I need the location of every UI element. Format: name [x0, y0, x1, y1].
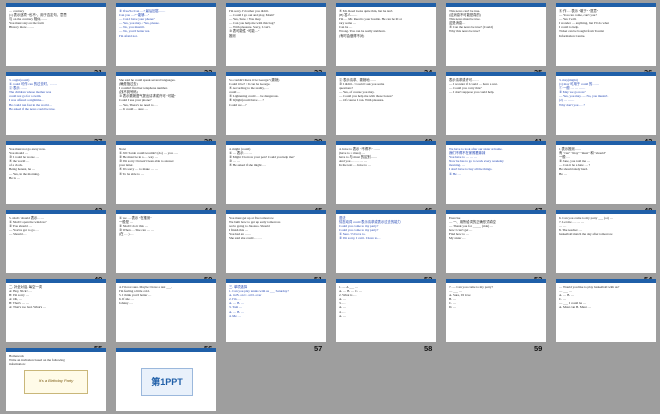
- slide-text: 5. shall / should 表示…… ① Shall I open th…: [9, 216, 47, 237]
- slide-thumbnail[interactable]: ② 表示请求、委婉地…… ③ I didn't. / Could I ask y…: [336, 72, 436, 135]
- slide-text: 3. ought(could) ① could 可作 can 的过去时，…… ②…: [9, 78, 57, 111]
- slide-thumbnail[interactable]: 4. have to 表示 "不得不" …… (have to = must) …: [336, 141, 436, 204]
- slide-thumbnail[interactable]: So couldn't there it be George? (委婉) Cou…: [226, 72, 326, 135]
- slide-number: 59: [534, 344, 543, 353]
- slide-text: ④ Mr. Reed looks quite thin, but he isn'…: [339, 9, 402, 38]
- slide-thumbnail[interactable]: 5. shall / should 表示…… ① Shall I open th…: [6, 210, 106, 273]
- slide-thumbnail[interactable]: This news can't be true. (这消息不可能是真的) Thi…: [446, 3, 546, 66]
- slide-text: 7. — Can you come to my party? — ___ … A…: [449, 285, 493, 310]
- slide-text: 4. have to 表示 "不得不" …… (have to = must) …: [339, 147, 381, 168]
- slide-thumbnail[interactable]: ① we … 表示 "在推测" 一般是 … ② Shall I do it th…: [116, 210, 216, 273]
- slide-thumbnail[interactable]: You must not go away now. You should … ③…: [6, 141, 106, 204]
- slide-text: 三. 单项选择 1. Can you play tennis with us _…: [229, 285, 289, 318]
- card-caption: It's a Birthday Party: [38, 378, 74, 383]
- slide-thumbnail[interactable]: Note: ① Jill: Sarah could/wouldn't (do) …: [116, 141, 216, 204]
- slide-text: ① we … 表示 "在推测" 一般是 … ② Shall I do it th…: [119, 216, 155, 237]
- slide-thumbnail[interactable]: Exercise — 一、用所给词的正确形式填空 — Thank you for…: [446, 210, 546, 273]
- slide-thumbnail[interactable]: We have to look after our sister at home…: [446, 141, 546, 204]
- slide-sorter-grid: … contrary (1) 表示逐项 "也不"，用于否定句，意思 与 on t…: [0, 0, 660, 414]
- slide-thumbnail[interactable]: 7. — Can you come to my party? — ___ … A…: [446, 279, 546, 342]
- slide-text: This news can't be true. (这消息不可能是真的) Thi…: [449, 9, 493, 34]
- slide-text: Exercise — 一、用所给词的正确形式填空 — Thank you for…: [449, 216, 496, 241]
- ppt-logo-text: 第1PPT: [151, 377, 183, 387]
- slide-text: You must get up at five tomorrow. We bui…: [229, 216, 281, 241]
- slide-thumbnail[interactable]: … contrary (1) 表示逐项 "也不"，用于否定句，意思 与 on t…: [6, 3, 106, 66]
- slide-text: You must not go away now. You should … ③…: [9, 147, 46, 180]
- slide-text: ② If/as/So/Can …? 最后回答…… Can you …? "能够……: [119, 9, 166, 38]
- slide-thumbnail[interactable]: 表示请求或许可…… — I wonder if I could … have a…: [446, 72, 546, 135]
- slide-text: She said he could speak several language…: [119, 78, 176, 111]
- slide-text: ② 表示请求、委婉地…… ③ I didn't. / Could I ask y…: [339, 78, 393, 103]
- slide-text: 语法 情态动词 could 表示请求或表示过去的能力 Could you com…: [339, 216, 401, 241]
- slide-text: Note: ① Jill: Sarah could/wouldn't (do) …: [119, 147, 178, 176]
- slide-text: 4. might (could) ① … 表示 … … ② Might I bo…: [229, 147, 295, 168]
- slide-number: 57: [314, 344, 323, 353]
- slide-thumbnail[interactable]: She said he could speak several language…: [116, 72, 216, 135]
- slide-thumbnail[interactable]: 4. I'm not sure. Maybe I have a test ___…: [116, 279, 216, 342]
- slide-text: … Would you like to play basketball with…: [559, 285, 620, 310]
- slide-thumbnail[interactable]: 三. 单项选择 1. Can you play tennis with us _…: [226, 279, 326, 342]
- slide-thumbnail[interactable]: ⑥ 作 … 表示 "敢于" "愿意" — You can come, can't…: [556, 3, 656, 66]
- slide-text: So couldn't there it be George? (委婉) Cou…: [229, 78, 280, 107]
- slide-thumbnail[interactable]: 二. 补全对话, 每空一词 A: Hey, Nick! … B: I'm sor…: [6, 279, 106, 342]
- slide-thumbnail[interactable]: Homework Write an invitation based on th…: [6, 348, 106, 411]
- slide-thumbnail[interactable]: 4. might (could) ① … 表示 … … ② Might I bo…: [226, 141, 326, 204]
- slide-thumbnail[interactable]: 1. — A ___ … A. … B. … C. … 2. What is ……: [336, 279, 436, 342]
- slide-thumbnail[interactable]: You must get up at five tomorrow. We bui…: [226, 210, 326, 273]
- slide-thumbnail[interactable]: I'm sorry. I'd rather you didn't. — Coul…: [226, 3, 326, 66]
- slide-thumbnail[interactable]: ② If/as/So/Can …? 最后回答…… Can you …? "能够……: [116, 3, 216, 66]
- invitation-card-image: It's a Birthday Party: [24, 370, 88, 394]
- slide-text: I'm sorry. I'd rather you didn't. — Coul…: [229, 9, 275, 38]
- slide-text: … contrary (1) 表示逐项 "也不"，用于否定句，意思 与 on t…: [9, 9, 67, 30]
- ppt-logo: 第1PPT: [141, 368, 193, 396]
- slide-text: 4. I'm not sure. Maybe I have a test ___…: [119, 285, 172, 306]
- slide-text: 1 表示推测…… 有 "can" "may" "must" 和 "should"…: [559, 147, 606, 176]
- slide-thumbnail[interactable]: 1 表示推测…… 有 "can" "may" "must" 和 "should"…: [556, 141, 656, 204]
- slide-thumbnail[interactable]: ④ Mr. Reed looks quite thin, but he isn'…: [336, 3, 436, 66]
- slide-thumbnail[interactable]: 6. Can you come to my party ___ (or) … 7…: [556, 210, 656, 273]
- slide-text: Homework Write an invitation based on th…: [9, 354, 65, 367]
- slide-thumbnail[interactable]: … Would you like to play basketball with…: [556, 279, 656, 342]
- slide-thumbnail[interactable]: 3. ought(could) ① could 可作 can 的过去时，…… ②…: [6, 72, 106, 135]
- slide-thumbnail[interactable]: 第1PPT: [116, 348, 216, 411]
- slide-thumbnail[interactable]: 语法 情态动词 could 表示请求或表示过去的能力 Could you com…: [336, 210, 436, 273]
- slide-text: ⑥ 作 … 表示 "敢于" "愿意" — You can come, can't…: [559, 9, 609, 38]
- slide-text: 二. 补全对话, 每空一词 A: Hey, Nick! … B: I'm sor…: [9, 285, 47, 310]
- slide-text: 3. may(might) (1) may 可用于 could 的…… ① 一般…: [559, 78, 609, 107]
- slide-number: 58: [424, 344, 433, 353]
- slide-text: 1. — A ___ … A. … B. … C. … 2. What is ……: [339, 285, 363, 318]
- slide-text: We have to look after our sister at home…: [449, 147, 504, 176]
- slide-text: 表示请求或许可…… — I wonder if I could … have a…: [449, 78, 498, 95]
- slide-thumbnail[interactable]: 3. may(might) (1) may 可用于 could 的…… ① 一般…: [556, 72, 656, 135]
- slide-text: 6. Can you come to my party ___ (or) … 7…: [559, 216, 614, 237]
